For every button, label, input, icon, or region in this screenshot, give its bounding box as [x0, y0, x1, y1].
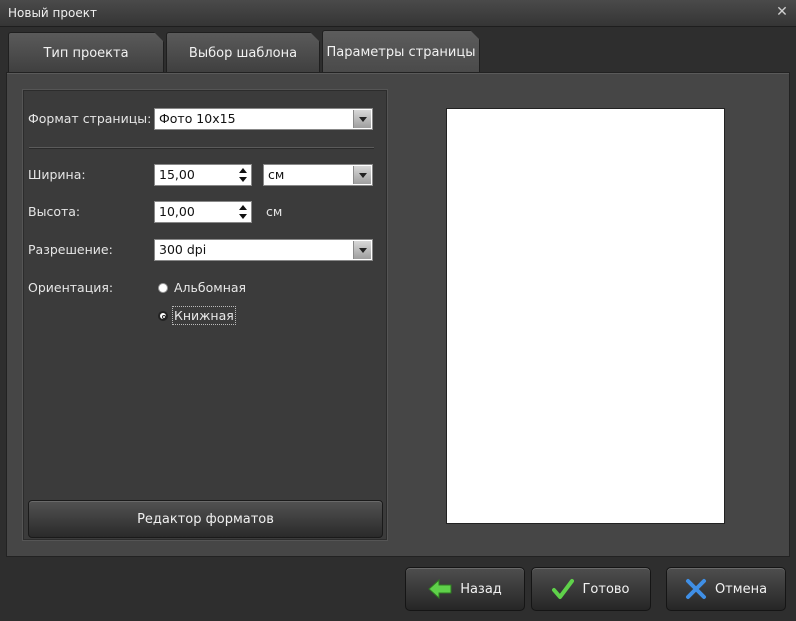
checkmark-icon: [552, 579, 575, 599]
resolution-value: 300 dpi: [159, 242, 207, 257]
resolution-select[interactable]: 300 dpi: [154, 239, 373, 261]
arrow-left-icon: [428, 579, 452, 599]
page-preview: [446, 108, 725, 524]
format-value: Фото 10x15: [159, 111, 236, 126]
radio-landscape[interactable]: Альбомная: [158, 280, 246, 295]
tab-project-type[interactable]: Тип проекта: [8, 32, 164, 73]
height-value: 10,00: [159, 204, 195, 219]
tab-template-choice[interactable]: Выбор шаблона: [166, 32, 320, 73]
height-label: Высота:: [28, 204, 81, 219]
settings-box: Формат страницы: Фото 10x15 Ширина: 15,0…: [22, 89, 388, 541]
done-button[interactable]: Готово: [531, 567, 651, 611]
done-label: Готово: [582, 581, 630, 597]
title-bar: Новый проект ✕: [0, 0, 796, 27]
radio-portrait-label: Книжная: [172, 306, 236, 325]
tab-label: Выбор шаблона: [188, 45, 298, 61]
width-label: Ширина:: [28, 167, 86, 182]
spinner-icon[interactable]: [237, 166, 249, 184]
width-value: 15,00: [159, 167, 195, 182]
cancel-label: Отмена: [714, 581, 768, 597]
close-icon[interactable]: ✕: [774, 4, 790, 20]
radio-portrait[interactable]: Книжная: [158, 306, 236, 325]
width-input[interactable]: 15,00: [154, 164, 252, 186]
spinner-icon[interactable]: [237, 203, 249, 221]
format-label: Формат страницы:: [28, 111, 152, 126]
divider: [29, 147, 374, 149]
page-params-panel: Формат страницы: Фото 10x15 Ширина: 15,0…: [6, 72, 790, 557]
format-select[interactable]: Фото 10x15: [154, 108, 373, 130]
window-title: Новый проект: [8, 6, 97, 20]
cancel-button[interactable]: Отмена: [666, 567, 786, 611]
orientation-label: Ориентация:: [28, 280, 114, 295]
tab-label: Параметры страницы: [326, 44, 476, 60]
back-button[interactable]: Назад: [405, 567, 525, 611]
radio-landscape-label: Альбомная: [174, 280, 247, 295]
cross-icon: [685, 579, 706, 599]
height-input[interactable]: 10,00: [154, 201, 252, 223]
radio-selected-icon[interactable]: [158, 310, 168, 321]
radio-icon[interactable]: [158, 282, 168, 293]
chevron-down-icon[interactable]: [353, 241, 371, 259]
resolution-label: Разрешение:: [28, 242, 113, 257]
chevron-down-icon[interactable]: [353, 110, 371, 128]
unit-select[interactable]: см: [263, 164, 373, 186]
format-editor-label: Редактор форматов: [137, 511, 274, 527]
tab-label: Тип проекта: [43, 45, 129, 61]
chevron-down-icon[interactable]: [353, 166, 371, 184]
tab-bar: Тип проекта Выбор шаблона Параметры стра…: [8, 30, 788, 73]
unit-value: см: [268, 167, 285, 182]
format-editor-button[interactable]: Редактор форматов: [28, 500, 383, 538]
height-unit: см: [266, 204, 283, 219]
back-label: Назад: [460, 581, 502, 597]
tab-page-params[interactable]: Параметры страницы: [322, 30, 480, 73]
